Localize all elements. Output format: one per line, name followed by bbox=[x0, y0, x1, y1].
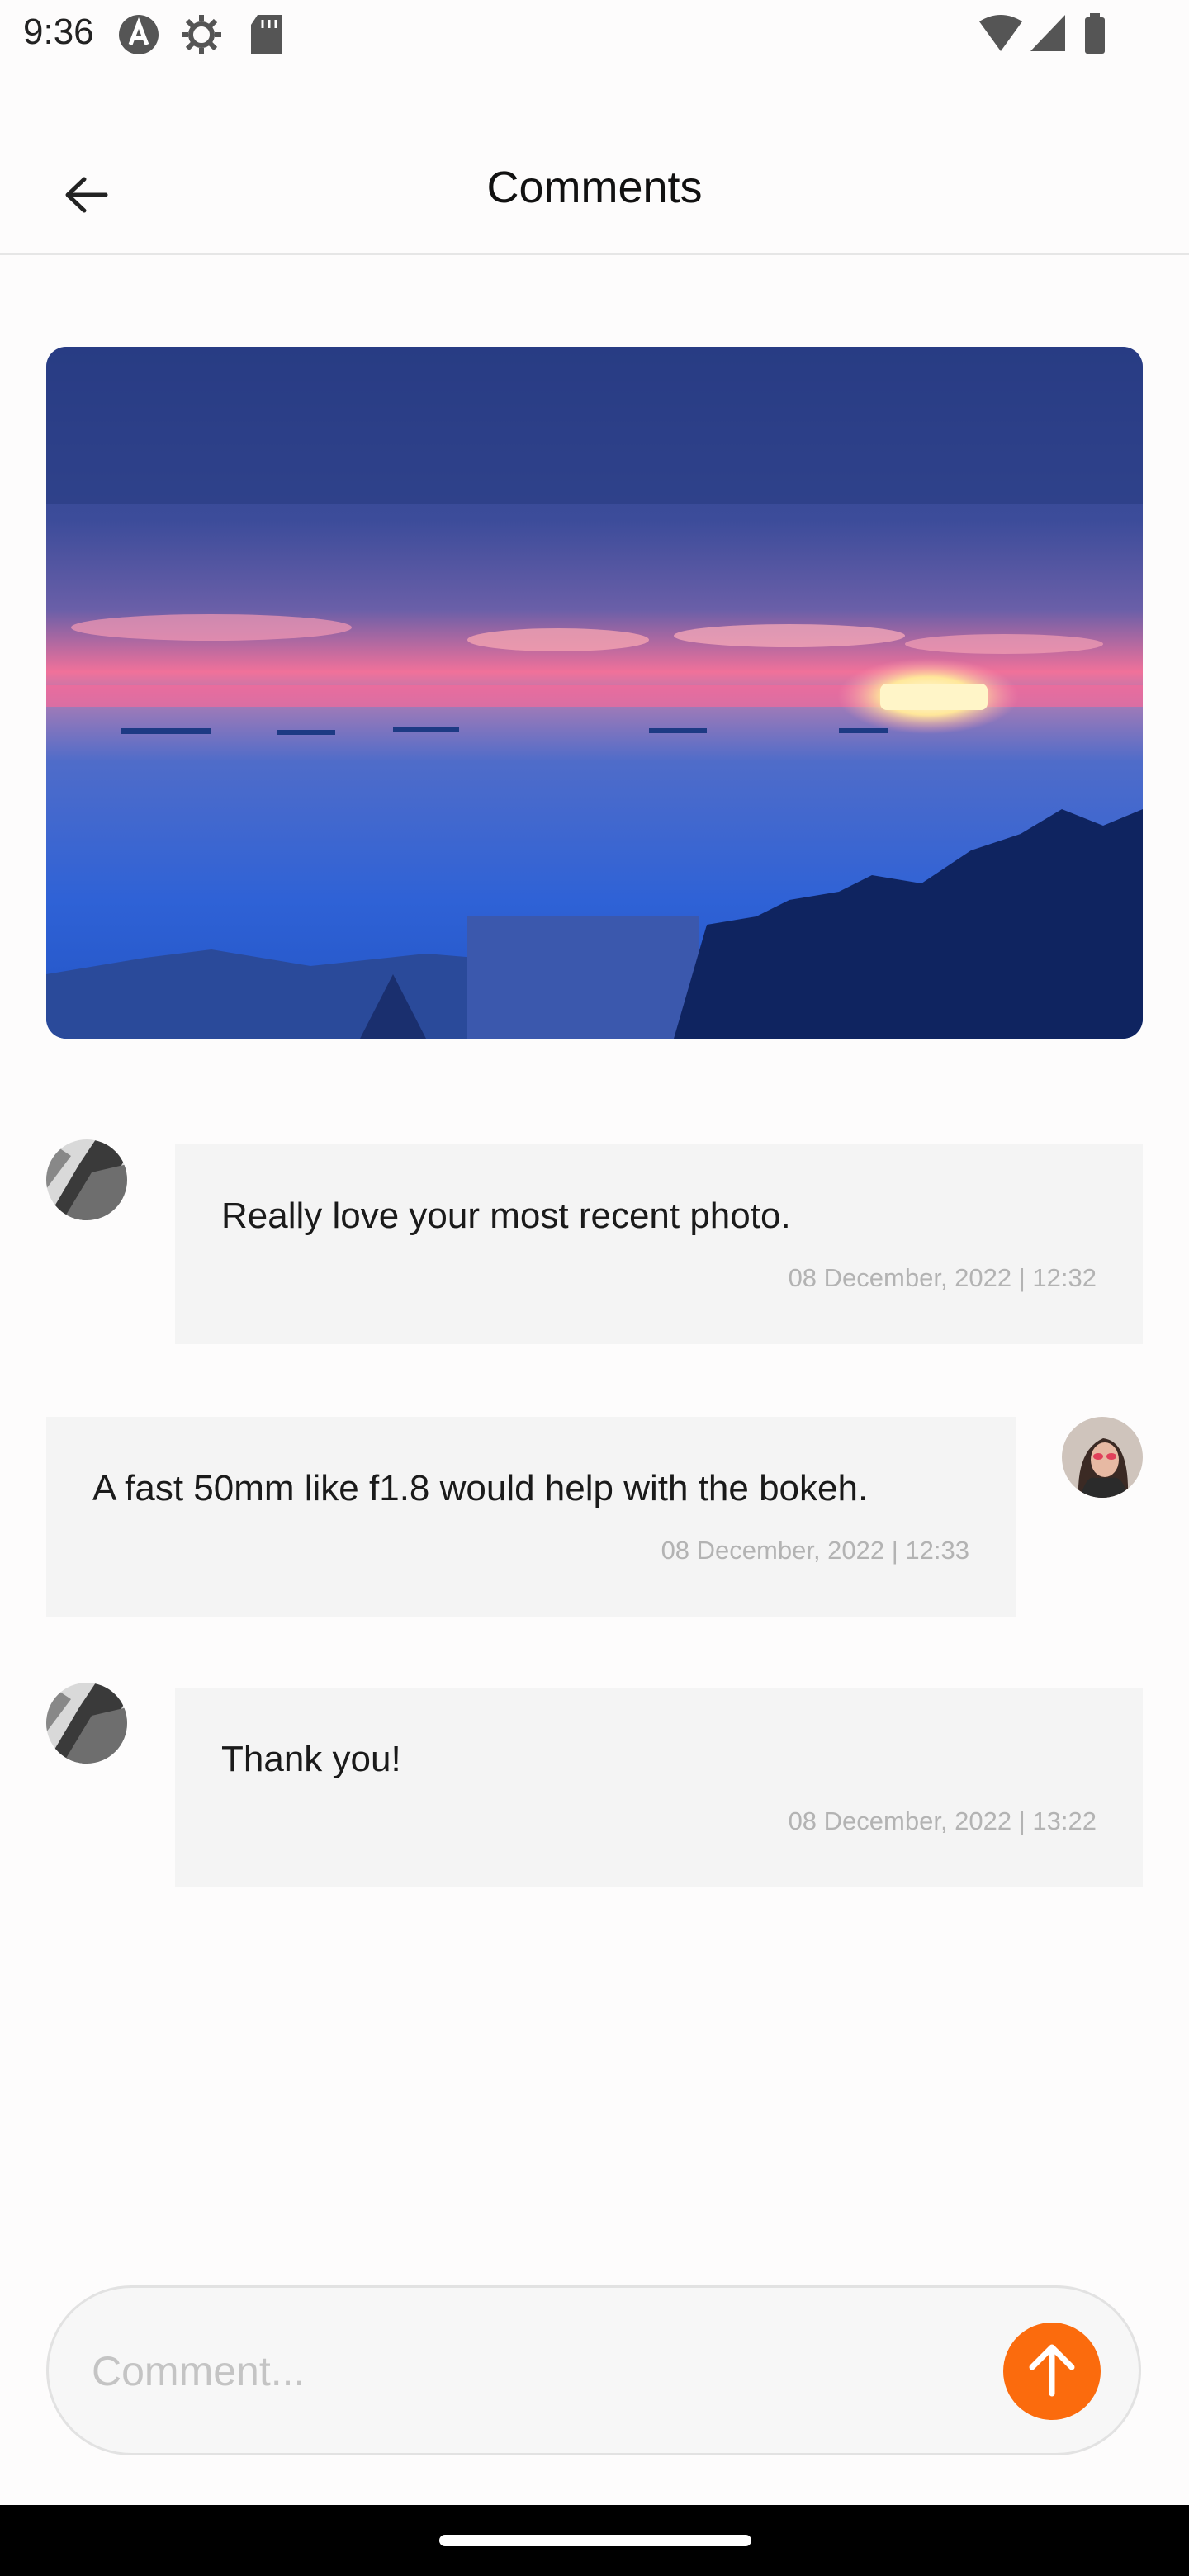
comment-text: Thank you! bbox=[221, 1739, 401, 1779]
sd-card-icon bbox=[248, 13, 286, 60]
settings-gear-icon bbox=[180, 13, 223, 60]
building-avatar-icon bbox=[46, 1139, 127, 1220]
wifi-icon bbox=[978, 13, 1024, 57]
comment-bubble: Really love your most recent photo. 08 D… bbox=[175, 1144, 1143, 1344]
home-gesture-pill[interactable] bbox=[439, 2535, 751, 2546]
comment-input[interactable] bbox=[90, 2321, 960, 2422]
page-title: Comments bbox=[486, 163, 703, 212]
cell-signal-icon bbox=[1029, 13, 1067, 57]
comment-avatar[interactable] bbox=[1062, 1417, 1143, 1498]
battery-icon bbox=[1083, 13, 1106, 59]
comment-timestamp: 08 December, 2022 | 13:22 bbox=[788, 1807, 1097, 1835]
system-navigation-bar bbox=[0, 2505, 1189, 2576]
comment-avatar[interactable] bbox=[46, 1139, 127, 1220]
post-photo[interactable] bbox=[46, 347, 1143, 1039]
comment-bubble: Thank you! 08 December, 2022 | 13:22 bbox=[175, 1688, 1143, 1887]
comment-text: Really love your most recent photo. bbox=[221, 1196, 791, 1236]
app-notification-icon bbox=[117, 13, 160, 60]
status-bar: 9:36 bbox=[0, 0, 1189, 69]
app-header: Comments bbox=[0, 132, 1189, 255]
comment-avatar[interactable] bbox=[46, 1683, 127, 1764]
comment-timestamp: 08 December, 2022 | 12:32 bbox=[788, 1263, 1097, 1292]
comment-bubble: A fast 50mm like f1.8 would help with th… bbox=[46, 1417, 1016, 1617]
status-time: 9:36 bbox=[23, 12, 94, 52]
building-avatar-icon bbox=[46, 1683, 127, 1764]
comment-timestamp: 08 December, 2022 | 12:33 bbox=[661, 1536, 969, 1565]
send-button[interactable] bbox=[1003, 2323, 1101, 2420]
comment-text: A fast 50mm like f1.8 would help with th… bbox=[92, 1468, 869, 1508]
arrow-up-icon bbox=[1026, 2341, 1078, 2403]
woman-avatar-icon bbox=[1062, 1417, 1143, 1498]
comment-composer bbox=[46, 2285, 1141, 2455]
